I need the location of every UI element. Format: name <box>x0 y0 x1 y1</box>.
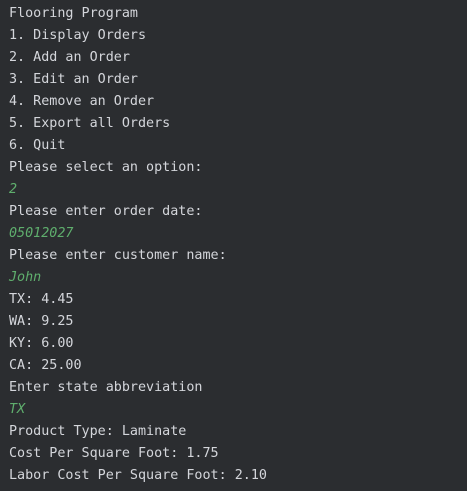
console-line-product-type: Product Type: Laminate <box>9 424 187 439</box>
console-line-state-tax-wa: WA: 9.25 <box>9 314 74 329</box>
console-line-state-abbreviation-prompt: Enter state abbreviation <box>9 380 203 395</box>
console-line-menu-option-1: 1. Display Orders <box>9 28 147 43</box>
console-line-select-option-prompt: Please select an option: <box>9 160 203 175</box>
console-user-input-customer-name: John <box>9 270 42 285</box>
console-line-cost-per-square-foot: Cost Per Square Foot: 1.75 <box>9 446 219 461</box>
console-line-menu-option-4: 4. Remove an Order <box>9 94 155 109</box>
console-output[interactable]: Flooring Program 1. Display Orders 2. Ad… <box>0 0 467 491</box>
console-line-labor-cost-per-square-foot: Labor Cost Per Square Foot: 2.10 <box>9 468 267 483</box>
console-line-menu-option-5: 5. Export all Orders <box>9 116 171 131</box>
console-user-input-order-date: 05012027 <box>9 226 74 241</box>
console-line-state-tax-ca: CA: 25.00 <box>9 358 82 373</box>
console-user-input-option: 2 <box>9 182 18 197</box>
console-line-customer-name-prompt: Please enter customer name: <box>9 248 227 263</box>
console-line-menu-option-3: 3. Edit an Order <box>9 72 138 87</box>
console-user-input-state: TX <box>9 402 26 417</box>
console-line-state-tax-ky: KY: 6.00 <box>9 336 74 351</box>
console-line-menu-option-6: 6. Quit <box>9 138 66 153</box>
console-line-state-tax-tx: TX: 4.45 <box>9 292 74 307</box>
console-line-menu-option-2: 2. Add an Order <box>9 50 130 65</box>
console-line-program-title: Flooring Program <box>9 6 138 21</box>
console-line-order-date-prompt: Please enter order date: <box>9 204 203 219</box>
